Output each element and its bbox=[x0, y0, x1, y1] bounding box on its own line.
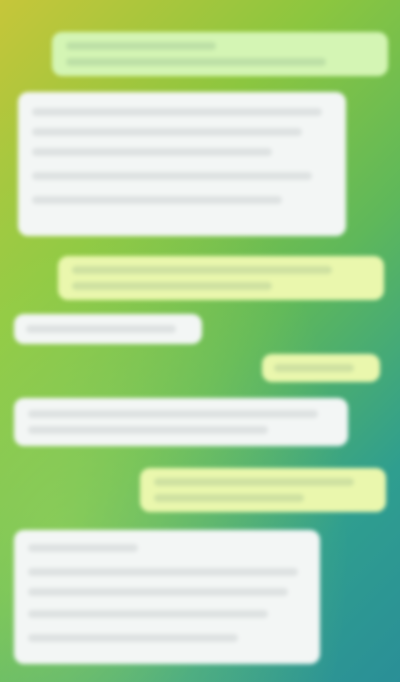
message-text bbox=[28, 410, 318, 418]
message-text-line bbox=[72, 282, 272, 290]
incoming-message-bubble[interactable] bbox=[14, 398, 348, 446]
message-text-line bbox=[154, 494, 304, 502]
message-text-line bbox=[32, 148, 272, 156]
outgoing-message-bubble[interactable] bbox=[140, 468, 386, 512]
incoming-message-bubble[interactable] bbox=[14, 530, 320, 664]
outgoing-message-bubble[interactable] bbox=[52, 32, 388, 76]
message-text-line bbox=[32, 128, 302, 136]
message-text-line bbox=[28, 426, 268, 434]
incoming-message-bubble[interactable] bbox=[18, 92, 346, 236]
message-text-line bbox=[32, 172, 312, 180]
message-text-line bbox=[28, 588, 288, 596]
incoming-message-bubble[interactable] bbox=[14, 314, 202, 344]
message-text bbox=[26, 325, 176, 333]
message-text-line bbox=[66, 58, 326, 66]
message-text-line bbox=[28, 568, 298, 576]
message-text bbox=[154, 478, 354, 486]
message-text bbox=[72, 266, 332, 274]
message-text bbox=[28, 544, 138, 552]
message-text bbox=[66, 42, 216, 50]
message-text-line bbox=[28, 634, 238, 642]
message-text bbox=[32, 108, 322, 116]
chat-background bbox=[0, 0, 400, 682]
outgoing-message-bubble[interactable] bbox=[262, 354, 380, 382]
message-text-line bbox=[28, 610, 268, 618]
message-text-line bbox=[32, 196, 282, 204]
message-text bbox=[274, 364, 354, 372]
outgoing-message-bubble[interactable] bbox=[58, 256, 384, 300]
